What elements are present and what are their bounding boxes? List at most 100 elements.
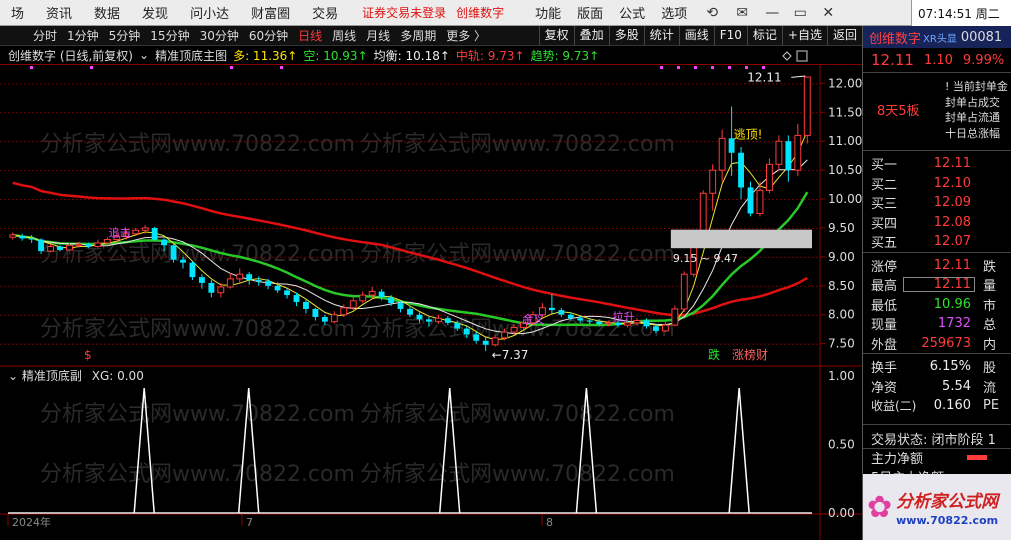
menu-item-formula[interactable]: 公式 bbox=[611, 3, 653, 22]
candle-body bbox=[274, 285, 281, 291]
seal-amount-label: ! 当前封单金 bbox=[945, 80, 1008, 93]
quote-code: 00081 bbox=[960, 29, 1003, 45]
x-tick-label: 2024年 bbox=[12, 515, 51, 529]
menu-item-function[interactable]: 功能 bbox=[527, 3, 569, 22]
menu-stock-name: 创维数字 bbox=[456, 6, 505, 20]
expand-icon bbox=[796, 50, 808, 62]
bid-row[interactable]: 买四 12.08 bbox=[863, 213, 1011, 233]
signal-dot bbox=[745, 66, 748, 69]
bid-row[interactable]: 买一 12.11 bbox=[863, 154, 1011, 174]
restore-icon[interactable]: ▭ bbox=[789, 2, 811, 24]
menu-item-0[interactable]: 场 bbox=[0, 3, 35, 22]
high-arrow bbox=[791, 75, 806, 78]
candle-body bbox=[510, 326, 518, 333]
signal-dot bbox=[230, 66, 233, 69]
watermark-text: 分析家公式网www.70822.com bbox=[40, 402, 355, 427]
refresh-icon[interactable]: ⟲ bbox=[701, 2, 723, 24]
y-tick-label: 10.50 bbox=[828, 163, 862, 177]
candle-body bbox=[463, 328, 470, 335]
minimize-icon[interactable]: — bbox=[761, 2, 783, 24]
menu-item-wealth[interactable]: 财富圈 bbox=[240, 3, 301, 22]
sub-indicator-name[interactable]: 精准顶底副 bbox=[22, 369, 82, 383]
candle-body bbox=[208, 282, 215, 293]
grid-h bbox=[0, 141, 820, 143]
stage-label: 拉升 bbox=[613, 310, 635, 324]
site-logo: ✿ 分析家公式网 www.70822.com bbox=[863, 474, 1011, 540]
watermark-text: 分析家公式网www.70822.com bbox=[360, 242, 675, 267]
sub-y-label: 1.00 bbox=[828, 369, 855, 383]
menu-item-ask[interactable]: 问小达 bbox=[179, 3, 240, 22]
sub-chart-legend: ⌄ 精准顶底副 XG: 0.00 bbox=[8, 367, 144, 384]
stats2-block: 换手 6.15% 股 净资 5.54 流 收益(二) 0.160 PE bbox=[863, 353, 1011, 416]
break-label: 追击 bbox=[109, 226, 131, 240]
sub-chevron-icon[interactable]: ⌄ bbox=[8, 369, 18, 383]
menu-item-trade[interactable]: 交易 bbox=[301, 3, 349, 22]
stat-row: 最高 12.11 量 bbox=[871, 277, 997, 295]
x-tick-label: 8 bbox=[546, 516, 553, 529]
watermark-text: 分析家公式网www.70822.com bbox=[40, 132, 355, 157]
diamond-icon bbox=[782, 51, 792, 61]
y-tick-label: 11.50 bbox=[828, 105, 862, 119]
x-tick-label: 7 bbox=[246, 516, 253, 529]
watermark-text: 分析家公式网www.70822.com bbox=[40, 462, 355, 487]
candle-body bbox=[596, 321, 603, 324]
candle-body bbox=[699, 192, 707, 235]
quote-pct: 9.99% bbox=[962, 52, 1005, 68]
candle-body bbox=[359, 294, 367, 302]
candle-body bbox=[718, 137, 726, 171]
candle-body bbox=[491, 337, 499, 346]
bid-row[interactable]: 买二 12.10 bbox=[863, 174, 1011, 194]
candle-body bbox=[671, 308, 679, 326]
signal-dot bbox=[90, 66, 93, 69]
menu-item-layout[interactable]: 版面 bbox=[569, 3, 611, 22]
candle-body bbox=[28, 238, 35, 240]
flow-row[interactable]: 主力净额 bbox=[863, 447, 1011, 467]
quote-header[interactable]: 创维数字 XR头显 00081 bbox=[863, 26, 1011, 48]
chart-canvas[interactable]: 分析家公式网www.70822.com 分析家公式网www.70822.com分析… bbox=[0, 26, 862, 540]
signal-dot bbox=[30, 66, 33, 69]
login-warning[interactable]: 证券交易未登录 bbox=[357, 4, 451, 21]
candle-body bbox=[189, 262, 196, 278]
candle-body bbox=[747, 187, 754, 214]
candle-body bbox=[293, 295, 300, 302]
candle-body bbox=[85, 244, 92, 247]
menu-item-options[interactable]: 选项 bbox=[653, 3, 695, 22]
menu-item-news[interactable]: 资讯 bbox=[35, 3, 83, 22]
watermark-text: 分析家公式网www.70822.com bbox=[360, 402, 675, 427]
candle-body bbox=[321, 317, 328, 322]
candle-body bbox=[217, 286, 225, 294]
close-icon[interactable]: ✕ bbox=[817, 2, 839, 24]
candle-body bbox=[388, 297, 395, 304]
mail-icon[interactable]: ✉ bbox=[731, 2, 753, 24]
candle-body bbox=[19, 236, 26, 239]
candle-body bbox=[236, 273, 244, 280]
candle-body bbox=[265, 281, 272, 286]
y-tick-label: 9.50 bbox=[828, 221, 855, 235]
flower-logo-icon: ✿ bbox=[867, 489, 893, 525]
candle-body bbox=[9, 234, 17, 238]
board-tag: 涨榜财 bbox=[732, 347, 768, 362]
y-tick-label: 12.00 bbox=[828, 76, 862, 90]
bid-row[interactable]: 买三 12.09 bbox=[863, 193, 1011, 213]
candle-body bbox=[444, 318, 451, 323]
candle-body bbox=[226, 278, 234, 288]
signal-dot bbox=[728, 66, 731, 69]
candle-body bbox=[330, 314, 338, 323]
candle-body bbox=[368, 291, 376, 296]
candle-body bbox=[416, 314, 423, 320]
bid-book: 买一 12.11 买二 12.10 买三 12.09 买四 12.08 买五 12.07 bbox=[863, 150, 1011, 252]
top-signal-label: 逃顶! bbox=[734, 127, 763, 141]
signal-dot bbox=[677, 66, 680, 69]
high-label: 12.11 bbox=[747, 70, 781, 84]
stat-row: 收益(二) 0.160 PE bbox=[871, 398, 1000, 414]
candle-body bbox=[75, 243, 83, 246]
y-tick-label: 8.50 bbox=[828, 279, 855, 293]
candle-body bbox=[94, 242, 102, 247]
bid-row[interactable]: 买五 12.07 bbox=[863, 232, 1011, 252]
menu-item-discover[interactable]: 发现 bbox=[131, 3, 179, 22]
candle-body bbox=[425, 319, 432, 322]
candle-body bbox=[652, 326, 659, 331]
clock: 07:14:51 周二 bbox=[911, 0, 1011, 26]
menu-item-data[interactable]: 数据 bbox=[83, 3, 131, 22]
candle-body bbox=[284, 290, 290, 296]
